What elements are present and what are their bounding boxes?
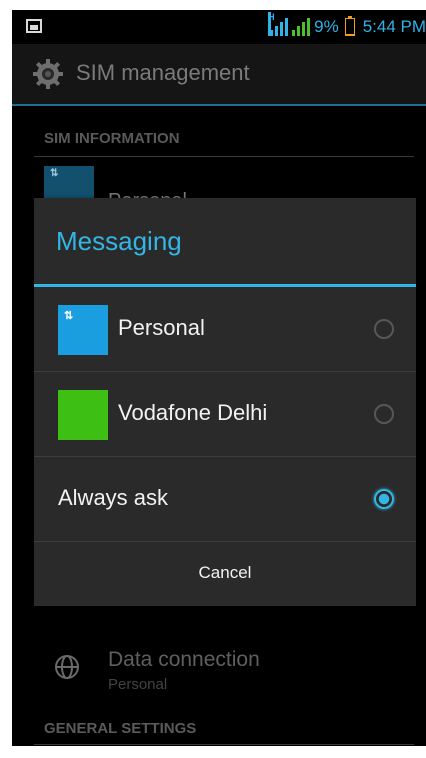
radio-button-selected[interactable] [374,489,394,509]
status-bar: H 9% 5:44 PM [12,10,426,44]
data-connection-title: Data connection [108,648,260,671]
screenshot-notification-icon [26,19,42,33]
option-always-ask[interactable]: Always ask [34,457,416,542]
section-header-sim-information: SIM INFORMATION [44,130,180,147]
section-header-general-settings: GENERAL SETTINGS [44,720,197,737]
section-divider [34,156,414,157]
sim1-signal-icon: H [268,12,289,36]
radio-button[interactable] [374,404,394,424]
battery-percent: 9% [314,17,339,36]
sim-personal-icon: ⇅ [58,305,108,355]
status-time: 5:44 PM [362,17,426,36]
phone-screen: H 9% 5:44 PM SIM management SIM INFORMAT… [12,10,426,746]
radio-button[interactable] [374,319,394,339]
globe-icon [55,655,79,679]
section-divider [34,744,414,745]
option-label: Always ask [58,485,169,510]
option-label: Vodafone Delhi [118,400,268,425]
option-vodafone-delhi[interactable]: Vodafone Delhi [34,372,416,457]
data-connection-subtitle: Personal [108,676,168,693]
option-personal[interactable]: ⇅ Personal [34,287,416,372]
dialog-title: Messaging [56,226,182,256]
cancel-button[interactable]: Cancel [34,540,416,606]
sim-vodafone-icon [58,390,108,440]
sim2-signal-icon [292,18,311,36]
action-bar: SIM management [12,44,426,106]
messaging-dialog: Messaging ⇅ Personal Vodafone Delhi Alwa… [34,198,416,606]
gear-icon [33,59,63,89]
option-label: Personal [118,315,205,340]
status-indicators: H 9% 5:44 PM [268,12,426,38]
data-connection-item[interactable]: Data connection Personal [12,636,426,700]
page-title: SIM management [76,60,250,85]
battery-icon [344,16,355,36]
